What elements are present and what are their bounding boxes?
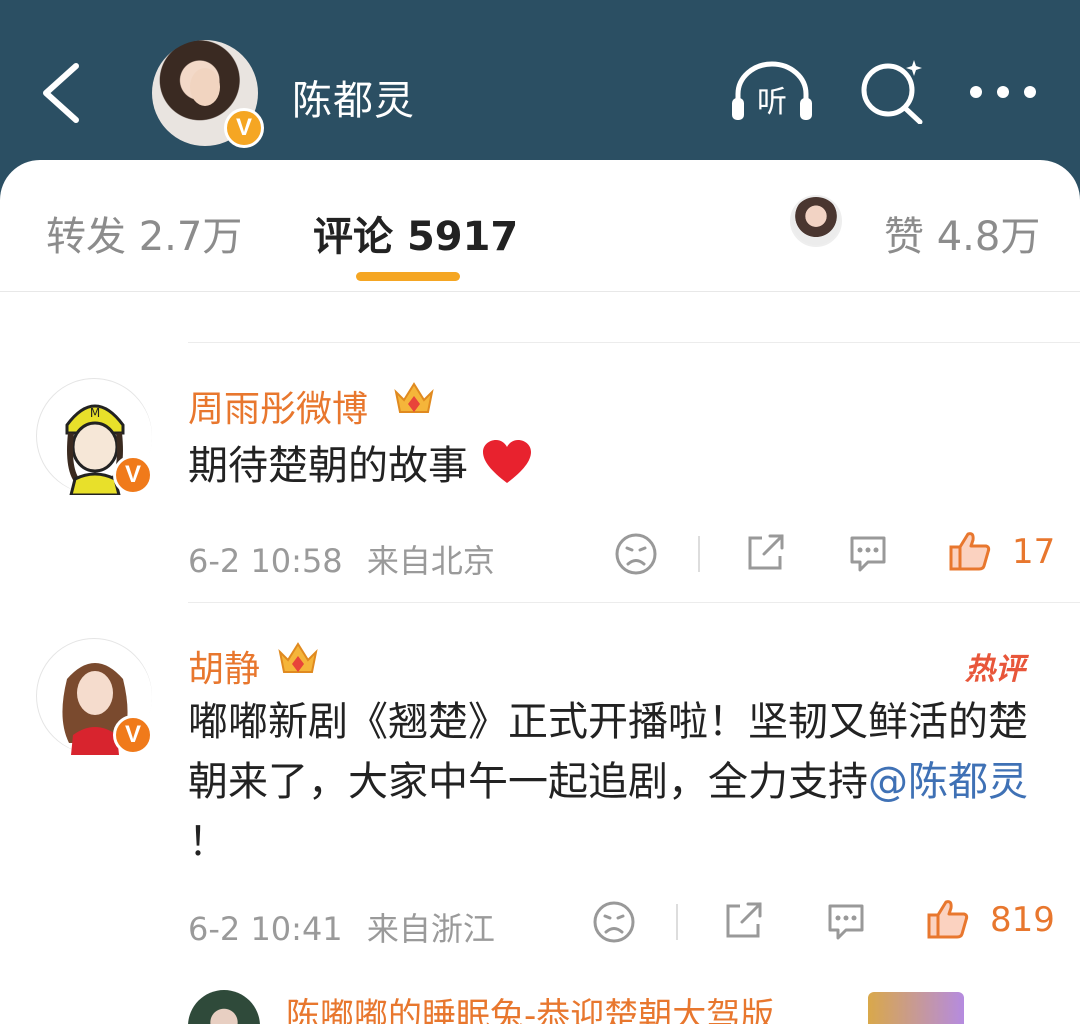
thumbs-up-icon[interactable] bbox=[926, 898, 970, 940]
tab-comment[interactable]: 评论 5917 bbox=[313, 204, 518, 262]
comment-actions: 819 bbox=[0, 890, 1080, 950]
more-icon[interactable] bbox=[968, 84, 1038, 100]
hot-comment-badge: 热评 bbox=[965, 652, 1025, 687]
listen-icon[interactable]: 听 bbox=[730, 60, 814, 124]
comment-text-body: 期待楚朝的故事 bbox=[188, 443, 468, 489]
like-count[interactable]: 17 bbox=[1012, 532, 1055, 572]
verified-badge: V bbox=[224, 108, 264, 148]
tab-repost-count: 2.7万 bbox=[138, 214, 243, 260]
back-icon[interactable] bbox=[38, 62, 86, 124]
svg-text:M: M bbox=[90, 406, 100, 420]
verified-badge: V bbox=[113, 455, 153, 495]
search-icon[interactable] bbox=[860, 58, 926, 124]
crown-icon bbox=[394, 382, 434, 413]
commenter-name[interactable]: 胡静 bbox=[188, 640, 260, 692]
divider bbox=[188, 602, 1080, 603]
thumbs-up-icon[interactable] bbox=[948, 530, 992, 572]
comment-actions: 17 bbox=[0, 522, 1080, 582]
comment-text: 期待楚朝的故事 bbox=[188, 436, 1048, 496]
divider bbox=[188, 342, 1080, 343]
avatar-face bbox=[190, 68, 220, 106]
dislike-icon[interactable] bbox=[592, 900, 636, 944]
commenter-avatar[interactable]: V bbox=[36, 638, 153, 755]
profile-avatar[interactable]: V bbox=[152, 40, 264, 148]
commenter-avatar[interactable]: M V bbox=[36, 378, 153, 497]
top-bar: V 陈都灵 听 bbox=[0, 0, 1080, 175]
reply-avatar[interactable] bbox=[188, 990, 260, 1024]
share-icon[interactable] bbox=[722, 900, 764, 942]
reply-icon[interactable] bbox=[824, 900, 868, 942]
tab-comment-label: 评论 bbox=[313, 214, 393, 260]
crown-icon bbox=[278, 642, 318, 673]
like-count[interactable]: 819 bbox=[990, 900, 1055, 940]
tab-repost-label: 转发 bbox=[46, 214, 126, 260]
comment-text: 嘟嘟新剧《翘楚》正式开播啦！坚韧又鲜活的楚朝来了，大家中午一起追剧，全力支持@陈… bbox=[188, 692, 1048, 872]
separator bbox=[698, 536, 700, 572]
separator bbox=[676, 904, 678, 940]
listen-label: 听 bbox=[757, 85, 787, 120]
comment-panel: 转发 2.7万 评论 5917 赞 4.8万 M V 周雨彤微博 期待楚朝的故事… bbox=[0, 160, 1080, 1024]
tab-comment-count: 5917 bbox=[406, 214, 519, 260]
commenter-name[interactable]: 周雨彤微博 bbox=[188, 380, 368, 432]
heart-icon bbox=[482, 440, 531, 483]
mention-link[interactable]: @陈都灵 bbox=[868, 759, 1028, 805]
share-icon[interactable] bbox=[744, 532, 786, 574]
tab-repost[interactable]: 转发 2.7万 bbox=[46, 204, 242, 262]
fan-badge bbox=[868, 992, 964, 1024]
page-title[interactable]: 陈都灵 bbox=[292, 68, 415, 126]
verified-badge: V bbox=[113, 715, 153, 755]
tab-like[interactable]: 赞 4.8万 bbox=[884, 204, 1040, 262]
dislike-icon[interactable] bbox=[614, 532, 658, 576]
tab-like-count: 4.8万 bbox=[936, 214, 1041, 260]
tab-like-label: 赞 bbox=[884, 214, 924, 260]
reply-name[interactable]: 陈嘟嘟的睡眠兔-恭迎楚朝大驾版 bbox=[286, 988, 774, 1024]
reply-icon[interactable] bbox=[846, 532, 890, 574]
active-tab-indicator bbox=[356, 272, 460, 281]
comment-text-tail: ！ bbox=[188, 819, 228, 865]
tab-bar: 转发 2.7万 评论 5917 赞 4.8万 bbox=[0, 160, 1080, 292]
liker-avatar[interactable] bbox=[790, 195, 842, 247]
